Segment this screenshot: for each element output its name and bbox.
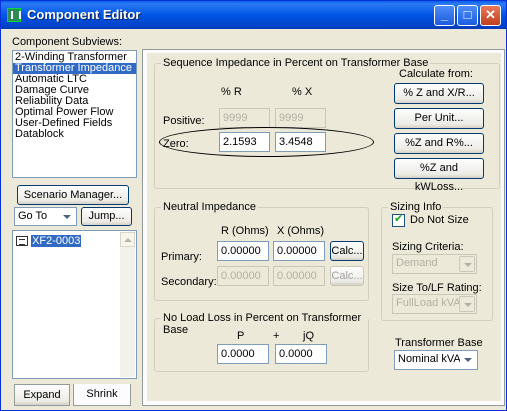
calculate-from-label: Calculate from: bbox=[399, 68, 473, 80]
minimize-button[interactable]: _ bbox=[434, 5, 455, 26]
chevron-down-icon[interactable] bbox=[59, 209, 75, 225]
q-label: jQ bbox=[303, 330, 314, 342]
positive-label: Positive: bbox=[163, 115, 205, 127]
transformer-base-label: Transformer Base bbox=[395, 337, 483, 349]
primary-x-field[interactable]: 0.00000 bbox=[273, 241, 325, 261]
p-field[interactable]: 0.0000 bbox=[217, 344, 269, 364]
title-bar[interactable]: Component Editor _ □ ✕ bbox=[1, 1, 506, 29]
zero-label: Zero: bbox=[163, 138, 189, 150]
secondary-calc-button[interactable]: Calc... bbox=[330, 266, 364, 286]
chevron-down-icon[interactable] bbox=[460, 352, 476, 368]
q-field[interactable]: 0.0000 bbox=[275, 344, 327, 364]
primary-calc-button[interactable]: Calc... bbox=[330, 241, 364, 261]
z-and-r-button[interactable]: %Z and R%... bbox=[394, 133, 484, 154]
zero-r-field[interactable]: 2.1593 bbox=[219, 132, 270, 152]
sizing-criteria-value: Demand bbox=[396, 257, 438, 269]
component-editor-window: Component Editor _ □ ✕ Component Subview… bbox=[0, 0, 507, 411]
sizing-criteria-label: Sizing Criteria: bbox=[392, 241, 464, 253]
p-label: P bbox=[237, 330, 245, 342]
chevron-down-icon[interactable] bbox=[459, 296, 475, 312]
subviews-list[interactable]: 2-Winding Transformer Transformer Impeda… bbox=[12, 50, 137, 178]
per-unit-button[interactable]: Per Unit... bbox=[394, 108, 484, 129]
col-r-label: % R bbox=[221, 86, 242, 98]
positive-x-field[interactable]: 9999 bbox=[275, 108, 326, 128]
neutral-col-x-label: X (Ohms) bbox=[277, 225, 325, 237]
primary-r-field[interactable]: 0.00000 bbox=[217, 241, 269, 261]
shrink-tab[interactable]: Shrink bbox=[73, 384, 131, 406]
no-load-loss-title: No Load Loss in Percent on Transformer B… bbox=[161, 312, 368, 336]
goto-value: Go To bbox=[18, 210, 48, 222]
do-not-size-checkbox[interactable] bbox=[392, 212, 405, 227]
tree-scrollbar[interactable] bbox=[120, 232, 135, 377]
zero-x-field[interactable]: 3.4548 bbox=[275, 132, 326, 152]
subview-datablock[interactable]: Datablock bbox=[13, 129, 136, 140]
subviews-label: Component Subviews: bbox=[12, 36, 123, 48]
size-to-rating-label: Size To/LF Rating: bbox=[392, 282, 482, 294]
sequence-impedance-title: Sequence Impedance in Percent on Transfo… bbox=[161, 57, 431, 69]
transformer-base-select[interactable]: Nominal kVA bbox=[394, 350, 478, 370]
secondary-x-field[interactable]: 0.00000 bbox=[273, 266, 325, 286]
chevron-down-icon[interactable] bbox=[459, 256, 475, 272]
close-button[interactable]: ✕ bbox=[480, 5, 501, 26]
jump-button[interactable]: Jump... bbox=[81, 207, 132, 226]
component-tree[interactable]: XF2-0003 bbox=[12, 230, 137, 379]
col-x-label: % X bbox=[292, 86, 313, 98]
sizing-criteria-select[interactable]: Demand bbox=[392, 254, 477, 274]
maximize-button[interactable]: □ bbox=[457, 5, 478, 26]
size-to-rating-select[interactable]: FullLoad kVA bbox=[392, 294, 477, 314]
z-and-kwloss-button[interactable]: %Z and kWLoss... bbox=[394, 158, 484, 193]
goto-select[interactable]: Go To bbox=[14, 207, 77, 226]
z-and-xr-button[interactable]: % Z and X/R... bbox=[394, 83, 484, 104]
tree-item-label: XF2-0003 bbox=[31, 235, 82, 247]
secondary-label: Secondary: bbox=[161, 276, 217, 288]
tree-item[interactable]: XF2-0003 bbox=[16, 235, 82, 247]
neutral-col-r-label: R (Ohms) bbox=[221, 225, 269, 237]
plus-label: + bbox=[273, 330, 280, 342]
expand-tab[interactable]: Expand bbox=[14, 384, 70, 406]
scenario-manager-button[interactable]: Scenario Manager... bbox=[17, 185, 129, 205]
positive-r-field[interactable]: 9999 bbox=[219, 108, 270, 128]
secondary-r-field[interactable]: 0.00000 bbox=[217, 266, 269, 286]
transformer-icon bbox=[16, 236, 28, 247]
neutral-impedance-title: Neutral Impedance bbox=[161, 201, 258, 213]
window-title: Component Editor bbox=[27, 7, 141, 22]
app-icon bbox=[7, 8, 21, 22]
transformer-base-value: Nominal kVA bbox=[398, 353, 461, 365]
size-to-rating-value: FullLoad kVA bbox=[396, 297, 461, 309]
primary-label: Primary: bbox=[161, 251, 202, 263]
do-not-size-label: Do Not Size bbox=[410, 214, 469, 226]
scroll-up-icon[interactable] bbox=[120, 232, 135, 247]
